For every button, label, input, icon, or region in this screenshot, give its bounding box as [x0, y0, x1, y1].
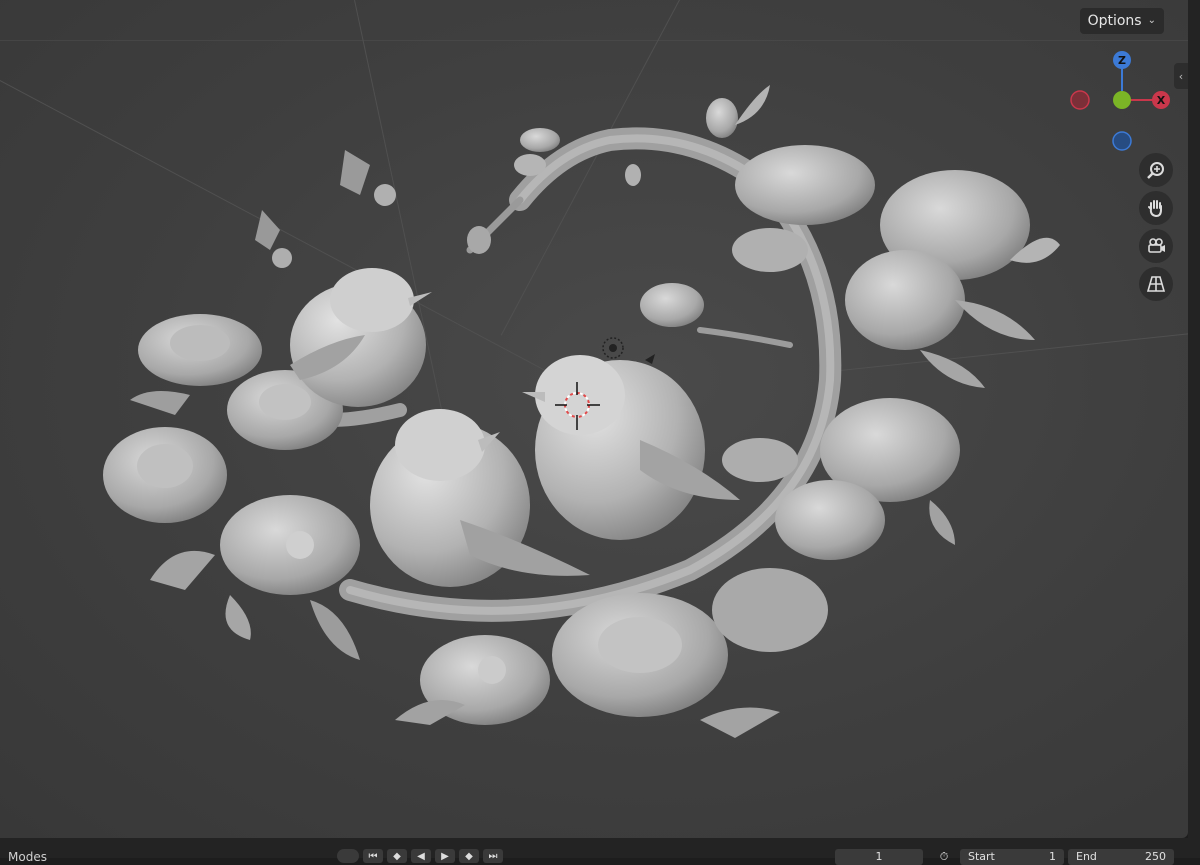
gizmo-neg-z-axis[interactable] — [1112, 131, 1132, 151]
bird-right — [522, 355, 740, 540]
jump-start-button[interactable]: ⏮ — [363, 849, 383, 863]
right-edge-panel — [1188, 0, 1200, 858]
next-keyframe-button[interactable]: ◆ — [459, 849, 479, 863]
mode-label[interactable]: Modes — [8, 850, 47, 864]
flower — [845, 250, 965, 350]
current-frame-field[interactable]: 1 — [835, 849, 923, 865]
camera-view-icon — [1148, 238, 1165, 253]
hand-pan-icon — [1148, 200, 1162, 218]
gizmo-x-label: X — [1157, 94, 1166, 107]
gizmo-neg-x-axis[interactable] — [1070, 90, 1090, 110]
3d-viewport[interactable]: Options ⌄ ‹ Z X — [0, 0, 1188, 838]
flower — [735, 145, 875, 225]
zoom-icon — [1147, 162, 1164, 179]
play-icon: ▶ — [441, 850, 449, 862]
timeline-bar: Modes ⏮ ◆ ◀ ▶ ◆ ⏭ 1 ⏱ Start 1 End 250 — [0, 838, 1200, 865]
clock-icon: ⏱ — [939, 850, 949, 863]
end-label: End — [1076, 850, 1097, 863]
play-button[interactable]: ▶ — [435, 849, 455, 863]
sculpt-model[interactable] — [0, 0, 1188, 838]
gizmo-z-label: Z — [1118, 54, 1126, 67]
options-dropdown[interactable]: Options ⌄ — [1079, 8, 1164, 34]
end-frame-field[interactable]: End 250 — [1068, 849, 1174, 865]
record-toggle[interactable] — [337, 849, 359, 863]
end-value: 250 — [1145, 850, 1166, 863]
jump-end-button[interactable]: ⏭ — [483, 849, 503, 863]
bird-top-left — [290, 268, 432, 407]
start-label: Start — [968, 850, 995, 863]
prev-keyframe-button[interactable]: ◆ — [387, 849, 407, 863]
gizmo-y-axis[interactable] — [1113, 91, 1131, 109]
flower — [775, 480, 885, 560]
current-frame-value: 1 — [875, 850, 883, 863]
butterfly — [340, 150, 370, 195]
start-value: 1 — [1049, 850, 1056, 863]
play-reverse-icon: ◀ — [417, 850, 425, 862]
perspective-grid-icon — [1146, 276, 1166, 292]
play-reverse-button[interactable]: ◀ — [411, 849, 431, 863]
perspective-toggle-button[interactable] — [1139, 267, 1173, 301]
jump-end-icon: ⏭ — [488, 850, 498, 862]
camera-view-button[interactable] — [1139, 229, 1173, 263]
zoom-button[interactable] — [1139, 153, 1173, 187]
playback-controls: ⏮ ◆ ◀ ▶ ◆ ⏭ — [337, 849, 503, 863]
prev-keyframe-icon: ◆ — [393, 850, 401, 862]
next-keyframe-icon: ◆ — [465, 850, 473, 862]
jump-start-icon: ⏮ — [368, 850, 378, 862]
navigation-gizmo[interactable]: Z X — [1060, 45, 1180, 155]
light-object[interactable] — [602, 337, 655, 364]
options-label: Options — [1087, 13, 1142, 29]
pan-button[interactable] — [1139, 191, 1173, 225]
butterfly — [255, 210, 280, 250]
start-frame-field[interactable]: Start 1 — [960, 849, 1064, 865]
chevron-down-icon: ⌄ — [1147, 15, 1156, 26]
